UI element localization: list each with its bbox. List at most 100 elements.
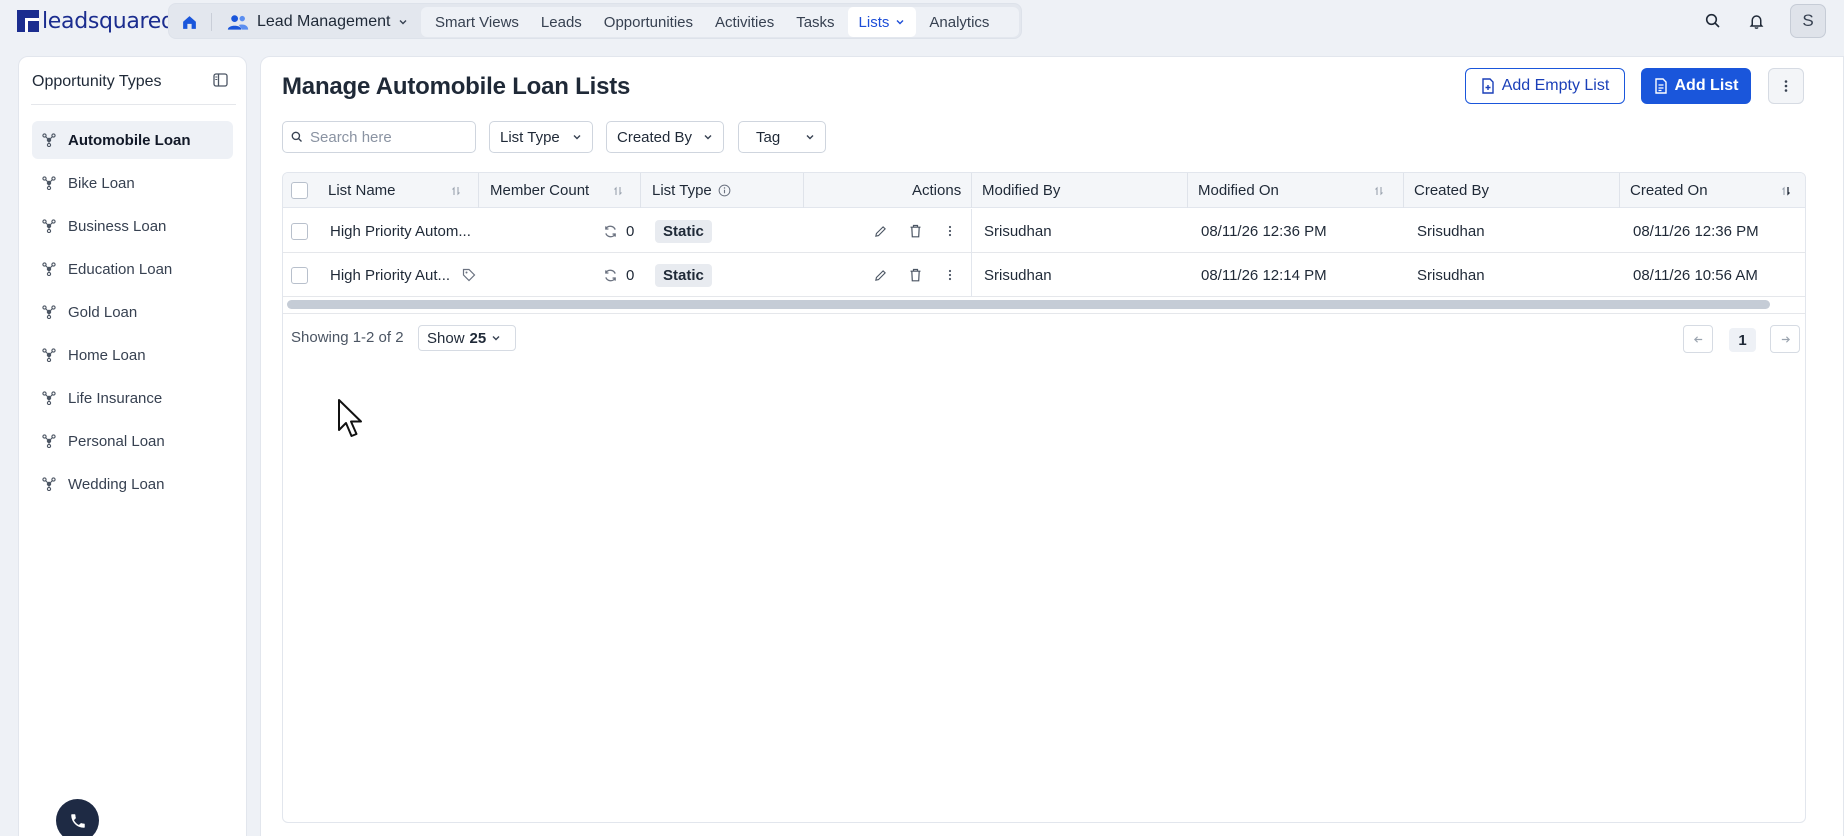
row-checkbox[interactable] [291,222,308,240]
created-by-filter[interactable]: Created By [606,121,724,153]
opportunity-type-item[interactable]: Education Loan [32,250,233,288]
search-input[interactable] [310,128,470,146]
chevron-down-icon [573,135,581,140]
phone-icon [70,813,85,828]
opportunity-type-icon [42,477,56,491]
search-icon [291,131,302,142]
home-button[interactable] [175,8,203,36]
pencil-icon [874,269,886,281]
list-type-filter[interactable]: List Type [489,121,593,153]
previous-page-button[interactable] [1683,325,1713,353]
next-page-button[interactable] [1770,325,1800,353]
chevron-down-icon [806,135,814,140]
opportunity-type-list: Automobile Loan Bike Loan Business Loan … [32,121,233,508]
nav-tasks[interactable]: Tasks [785,7,845,37]
lists-table: List Name Member Count List Type Actions… [282,172,1806,823]
nav-smart-views[interactable]: Smart Views [421,7,530,37]
opportunity-type-item[interactable]: Wedding Loan [32,465,233,503]
column-list-name[interactable]: List Name [328,173,396,208]
column-modified-by[interactable]: Modified By [982,173,1060,208]
column-member-count[interactable]: Member Count [490,173,589,208]
add-list-button[interactable]: Add List [1641,68,1751,104]
page-size-label: Show [427,329,465,347]
nav-activities[interactable]: Activities [704,7,785,37]
select-all-checkbox-cell[interactable] [291,173,308,208]
current-page-number[interactable]: 1 [1729,328,1756,352]
more-options-button[interactable] [1768,68,1804,104]
kebab-menu-icon [948,225,952,237]
row-more-button[interactable] [942,267,958,283]
main-content: Manage Automobile Loan Lists Add Empty L… [260,56,1844,836]
nav-opportunities[interactable]: Opportunities [593,7,704,37]
list-name-cell[interactable]: High Priority Autom... [330,209,471,253]
search-box[interactable] [282,121,476,153]
sort-list-name[interactable] [450,173,462,208]
refresh-icon[interactable] [603,268,618,283]
member-count-cell: 0 [603,209,634,253]
opportunity-type-item[interactable]: Gold Loan [32,293,233,331]
sort-descending-icon [1782,186,1790,196]
opportunity-type-item[interactable]: Bike Loan [32,164,233,202]
collapse-panel-button[interactable] [213,73,229,89]
phone-dialer-button[interactable] [56,799,99,836]
tag-icon[interactable] [462,268,476,282]
row-checkbox[interactable] [291,266,308,284]
row-checkbox-cell[interactable] [291,253,308,297]
pagination-divider [283,313,1805,314]
page-size-select[interactable]: Show 25 [418,325,516,351]
refresh-icon[interactable] [603,224,618,239]
opportunity-type-item[interactable]: Personal Loan [32,422,233,460]
kebab-menu-icon [1784,80,1788,92]
mouse-cursor-icon [338,399,362,437]
edit-button[interactable] [872,223,888,239]
select-all-checkbox[interactable] [291,182,308,199]
opportunity-type-item[interactable]: Business Loan [32,207,233,245]
trash-icon [910,268,920,282]
row-more-button[interactable] [942,223,958,239]
list-type-badge: Static [655,263,712,287]
opportunity-type-icon [42,305,56,319]
leadsquared-logo[interactable]: leadsquared [17,7,175,35]
table-row[interactable]: High Priority Aut... 0 Static Srisudhan … [283,253,1805,297]
page-title: Manage Automobile Loan Lists [282,73,631,100]
opportunity-type-item[interactable]: Automobile Loan [32,121,233,159]
add-empty-list-button[interactable]: Add Empty List [1465,68,1625,104]
notifications-button[interactable] [1743,8,1769,34]
modified-on-cell: 08/11/26 12:36 PM [1201,222,1327,240]
sort-created-on[interactable] [1780,173,1792,208]
member-count-value: 0 [626,222,635,240]
opportunity-type-item[interactable]: Life Insurance [32,379,233,417]
created-on-cell: 08/11/26 12:36 PM [1633,222,1759,240]
user-avatar[interactable]: S [1790,4,1826,38]
column-created-on[interactable]: Created On [1630,173,1708,208]
opportunity-type-icon [42,434,56,448]
horizontal-scrollbar[interactable] [287,300,1770,309]
column-list-type[interactable]: List Type [652,173,731,208]
sort-modified-on[interactable] [1373,173,1385,208]
list-name-cell[interactable]: High Priority Aut... [330,253,476,297]
delete-button[interactable] [907,267,923,283]
module-switcher[interactable]: Lead Management [227,8,408,36]
row-checkbox-cell[interactable] [291,209,308,253]
search-button[interactable] [1700,8,1726,34]
chevron-down-icon [704,135,712,140]
nav-analytics[interactable]: Analytics [918,7,1000,37]
nav-lists[interactable]: Lists [847,7,917,37]
kebab-menu-icon [948,269,952,281]
tag-filter[interactable]: Tag [738,121,826,153]
opportunity-type-icon [42,391,56,405]
sort-member-count[interactable] [612,173,624,208]
delete-button[interactable] [907,223,923,239]
nav-leads[interactable]: Leads [530,7,593,37]
add-list-label: Add List [1674,77,1739,94]
opportunity-type-icon [42,262,56,276]
column-modified-on[interactable]: Modified On [1198,173,1279,208]
nav-divider [211,13,212,31]
edit-button[interactable] [872,267,888,283]
panel-title: Opportunity Types [32,73,162,90]
table-row[interactable]: High Priority Autom... 0 Static Srisudha… [283,209,1805,253]
column-created-by[interactable]: Created By [1414,173,1489,208]
opportunity-type-label: Wedding Loan [68,475,165,493]
opportunity-type-item[interactable]: Home Loan [32,336,233,374]
list-type-badge: Static [655,219,712,243]
